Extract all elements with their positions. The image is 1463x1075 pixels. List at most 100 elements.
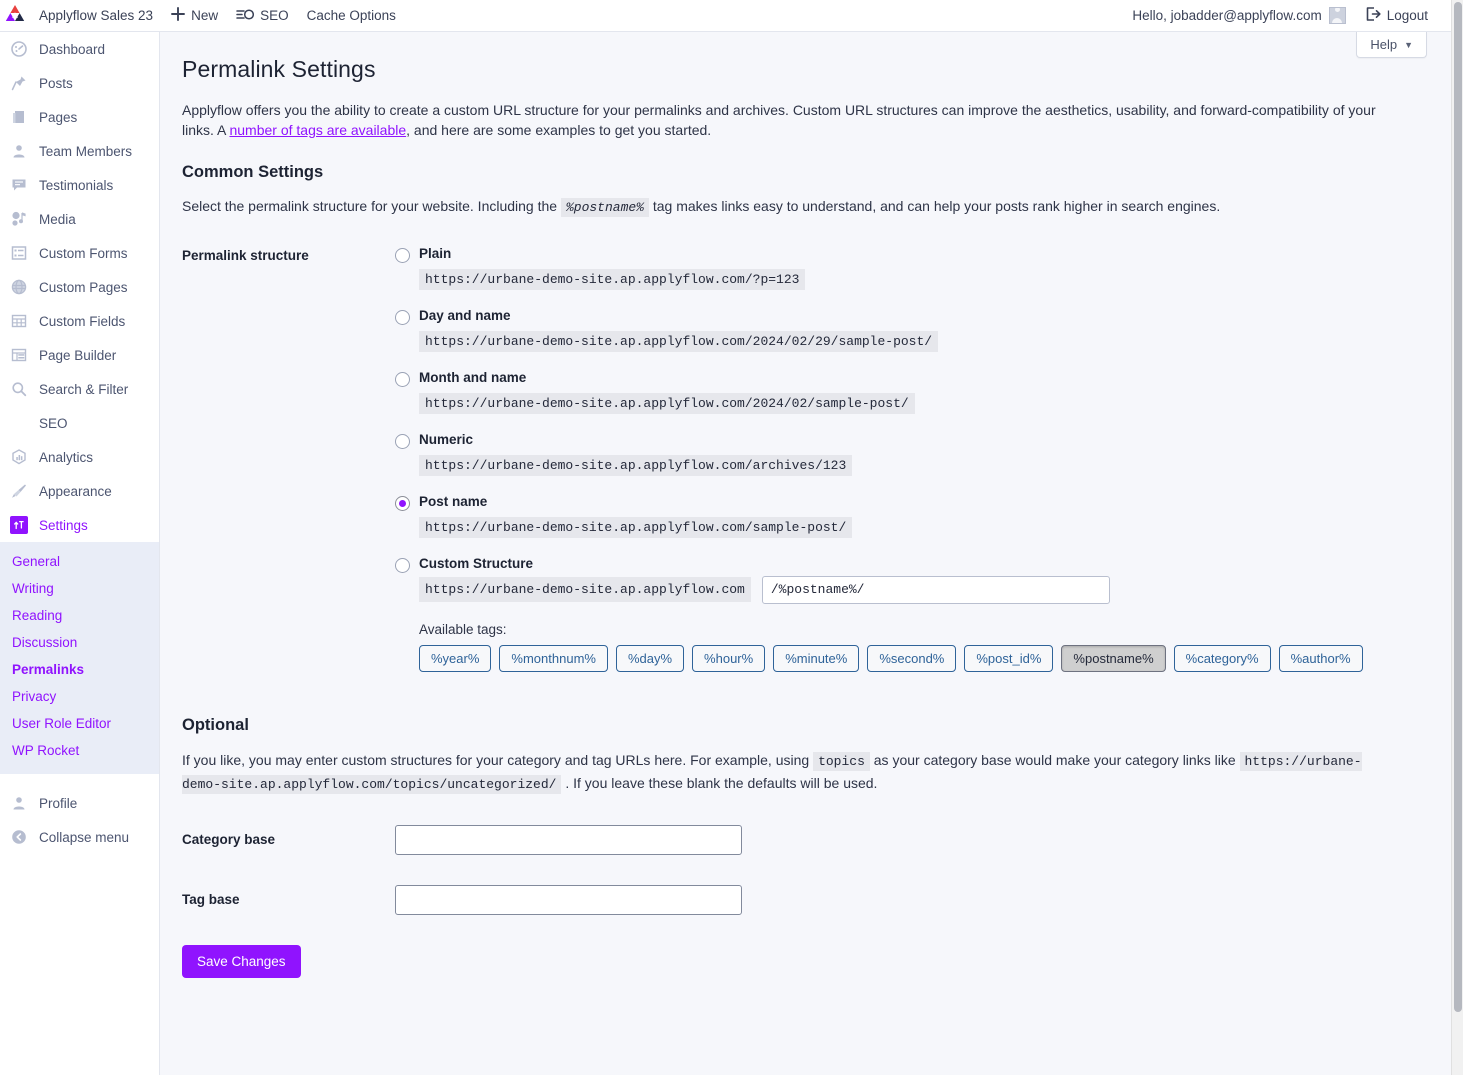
submenu-item-reading[interactable]: Reading — [0, 602, 159, 629]
page-scrollbar[interactable] — [1451, 0, 1463, 1075]
submenu-item-general[interactable]: General — [0, 548, 159, 575]
new-label: New — [191, 8, 219, 23]
radio-input-post-name[interactable] — [395, 495, 410, 511]
tag-button-monthnum[interactable]: %monthnum% — [499, 644, 608, 672]
sidebar-item-pages[interactable]: Pages — [0, 100, 159, 134]
site-title-link[interactable]: Applyflow Sales 23 — [30, 0, 162, 32]
intro-text-part2: , and here are some examples to get you … — [406, 121, 712, 138]
radio-label-month-and-name: Month and name — [419, 369, 527, 385]
sidebar-item-profile[interactable]: Profile — [0, 786, 159, 820]
account-menu[interactable]: Hello, jobadder@applyflow.com — [1123, 0, 1354, 32]
cache-options-button[interactable]: Cache Options — [298, 0, 405, 32]
radio-input-numeric[interactable] — [395, 433, 410, 449]
sidebar-item-label: Team Members — [39, 143, 133, 159]
none-icon — [10, 414, 28, 432]
submenu-item-discussion[interactable]: Discussion — [0, 629, 159, 656]
permalink-structure-row: Permalink structure Plain https://urbane… — [182, 246, 1427, 672]
optional-part3: . If you leave these blank the defaults … — [561, 774, 878, 791]
save-changes-button[interactable]: Save Changes — [182, 944, 301, 978]
custom-structure-prefix: https://urbane-demo-site.ap.applyflow.co… — [419, 577, 751, 603]
radio-label-plain: Plain — [419, 245, 452, 261]
radio-input-custom-structure[interactable] — [395, 557, 410, 573]
sidebar-item-analytics[interactable]: Analytics — [0, 440, 159, 474]
sidebar-item-custom-forms[interactable]: Custom Forms — [0, 236, 159, 270]
sidebar-item-team-members[interactable]: Team Members — [0, 134, 159, 168]
tag-button-minute[interactable]: %minute% — [773, 644, 860, 672]
sidebar-item-label: Testimonials — [39, 177, 114, 193]
submenu-item-writing[interactable]: Writing — [0, 575, 159, 602]
sidebar-item-label: Appearance — [39, 483, 112, 499]
url-sample-day-and-name: https://urbane-demo-site.ap.applyflow.co… — [419, 330, 939, 352]
globe-icon — [10, 278, 28, 296]
logout-icon — [1366, 7, 1381, 24]
tag-base-input[interactable] — [395, 884, 742, 915]
dashboard-icon — [10, 40, 28, 58]
applyflow-logo-button[interactable] — [0, 0, 30, 32]
optional-part1: If you like, you may enter custom struct… — [182, 751, 814, 768]
sidebar-item-testimonials[interactable]: Testimonials — [0, 168, 159, 202]
new-content-button[interactable]: New — [162, 0, 227, 32]
tag-button-day[interactable]: %day% — [615, 644, 685, 672]
tag-button-author[interactable]: %author% — [1278, 644, 1363, 672]
radio-option-month-and-name[interactable]: Month and name — [395, 370, 1427, 387]
logout-button[interactable]: Logout — [1357, 0, 1437, 32]
common-settings-description: Select the permalink structure for your … — [182, 196, 1427, 218]
optional-part2: as your category base would make your ca… — [869, 751, 1240, 768]
list-icon — [10, 244, 28, 262]
sidebar-item-label: Collapse menu — [39, 829, 130, 845]
sidebar-item-dashboard[interactable]: Dashboard — [0, 32, 159, 66]
sidebar-item-seo[interactable]: SEO — [0, 406, 159, 440]
submenu-item-privacy[interactable]: Privacy — [0, 683, 159, 710]
submenu-item-wp-rocket[interactable]: WP Rocket — [0, 737, 159, 764]
profile-icon — [10, 794, 28, 812]
help-toggle-button[interactable]: Help ▼ — [1356, 32, 1427, 58]
radio-label-post-name: Post name — [419, 493, 488, 509]
topics-code: topics — [813, 751, 870, 771]
settings-icon — [10, 516, 28, 534]
available-tags-link[interactable]: number of tags are available — [229, 122, 406, 138]
tag-button-post-id[interactable]: %post_id% — [964, 644, 1054, 672]
sidebar-item-posts[interactable]: Posts — [0, 66, 159, 100]
sidebar-item-search-filter[interactable]: Search & Filter — [0, 372, 159, 406]
seo-menu-button[interactable]: SEO — [227, 0, 298, 32]
category-base-input[interactable] — [395, 824, 742, 855]
sidebar-item-custom-fields[interactable]: Custom Fields — [0, 304, 159, 338]
site-title-label: Applyflow Sales 23 — [39, 8, 154, 23]
common-desc-part1: Select the permalink structure for your … — [182, 197, 561, 214]
tag-button-postname[interactable]: %postname% — [1061, 644, 1166, 672]
submenu-item-user-role-editor[interactable]: User Role Editor — [0, 710, 159, 737]
category-base-label: Category base — [182, 832, 276, 848]
sidebar-item-settings[interactable]: Settings — [0, 508, 159, 542]
custom-structure-input[interactable] — [761, 575, 1110, 604]
tag-button-second[interactable]: %second% — [867, 644, 957, 672]
sidebar-item-custom-pages[interactable]: Custom Pages — [0, 270, 159, 304]
user-icon — [10, 142, 28, 160]
radio-input-day-and-name[interactable] — [395, 309, 410, 325]
sidebar-item-collapse-menu[interactable]: Collapse menu — [0, 820, 159, 854]
tag-button-hour[interactable]: %hour% — [692, 644, 766, 672]
radio-input-month-and-name[interactable] — [395, 371, 410, 387]
scrollbar-thumb[interactable] — [1454, 2, 1462, 1012]
sidebar-item-label: Custom Fields — [39, 313, 126, 329]
tag-button-category[interactable]: %category% — [1173, 644, 1271, 672]
sidebar-item-media[interactable]: Media — [0, 202, 159, 236]
radio-input-plain[interactable] — [395, 247, 410, 263]
tag-button-year[interactable]: %year% — [419, 644, 492, 672]
applyflow-logo-icon — [5, 5, 25, 26]
sidebar-item-page-builder[interactable]: Page Builder — [0, 338, 159, 372]
submenu-item-permalinks[interactable]: Permalinks — [0, 656, 159, 683]
intro-paragraph: Applyflow offers you the ability to crea… — [182, 101, 1407, 141]
chevron-down-icon: ▼ — [1404, 39, 1413, 50]
page-title: Permalink Settings — [182, 56, 376, 82]
radio-option-plain[interactable]: Plain — [395, 246, 1427, 263]
sidebar-item-appearance[interactable]: Appearance — [0, 474, 159, 508]
sidebar-item-label: Page Builder — [39, 347, 117, 363]
radio-option-post-name[interactable]: Post name — [395, 494, 1427, 511]
radio-option-numeric[interactable]: Numeric — [395, 432, 1427, 449]
sidebar-item-label: Analytics — [39, 449, 94, 465]
radio-option-custom-structure[interactable]: Custom Structure — [395, 556, 1427, 573]
sidebar-item-label: Settings — [39, 517, 88, 533]
speech-bubble-icon — [10, 176, 28, 194]
cache-options-label: Cache Options — [306, 8, 396, 23]
radio-option-day-and-name[interactable]: Day and name — [395, 308, 1427, 325]
